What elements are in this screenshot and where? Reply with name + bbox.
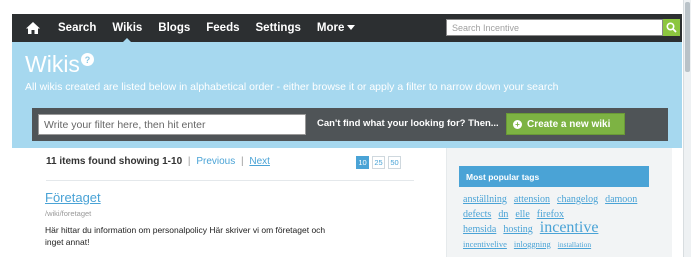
nav-wikis[interactable]: Wikis — [112, 22, 142, 43]
tag-link[interactable]: anställning — [463, 194, 507, 205]
nav-blogs[interactable]: Blogs — [158, 22, 190, 34]
tag-link[interactable]: installation — [558, 240, 591, 249]
nav-search[interactable]: Search — [58, 22, 96, 34]
divider — [46, 180, 414, 181]
plus-circle-icon: + — [513, 119, 522, 129]
tag-link[interactable]: hemsida — [463, 224, 496, 235]
search-icon — [666, 22, 677, 33]
result-summary: 11 items found showing 1-10 | Previous |… — [46, 156, 396, 172]
create-wiki-button[interactable]: + Create a new wiki — [506, 113, 625, 135]
tag-link[interactable]: inloggning — [514, 239, 551, 249]
page-header: Wikis ? All wikis created are listed bel… — [12, 42, 682, 101]
home-icon[interactable] — [22, 17, 44, 39]
search-button[interactable] — [663, 19, 680, 36]
tag-link[interactable]: hosting — [503, 224, 532, 235]
tag-link[interactable]: dn — [498, 209, 508, 220]
page-size-25[interactable]: 25 — [372, 156, 385, 169]
tags-panel: Most popular tags anställning attension … — [446, 148, 672, 257]
scrollbar-thumb[interactable] — [685, 2, 690, 72]
separator: | — [187, 156, 191, 167]
tag-link[interactable]: damoon — [605, 194, 637, 205]
wiki-item-path: /wiki/foretaget — [45, 209, 92, 218]
global-search-input[interactable]: Search Incentive — [446, 19, 663, 36]
wiki-item-description: Här hittar du information om personalpol… — [45, 225, 326, 247]
top-navigation: Search Wikis Blogs Feeds Settings More S… — [12, 14, 682, 43]
cant-find-text: Can't find what your looking for? Then..… — [317, 118, 499, 129]
page-size-selector: 10 25 50 — [356, 156, 401, 169]
nav-more-label: More — [316, 22, 345, 34]
page-size-10[interactable]: 10 — [356, 156, 369, 169]
create-wiki-label: Create a new wiki — [527, 118, 611, 130]
tags-heading: Most popular tags — [459, 166, 649, 187]
tag-link[interactable]: attension — [514, 194, 550, 205]
tag-link[interactable]: incentive — [540, 219, 599, 236]
main-content: 11 items found showing 1-10 | Previous |… — [12, 148, 682, 257]
nav-feeds[interactable]: Feeds — [206, 22, 239, 34]
nav-settings[interactable]: Settings — [256, 22, 301, 34]
tag-link[interactable]: defects — [463, 209, 491, 220]
page-size-50[interactable]: 50 — [388, 156, 401, 169]
browser-page: Search Wikis Blogs Feeds Settings More S… — [0, 0, 691, 257]
page-title: Wikis — [25, 51, 80, 77]
result-count: 11 items found showing 1-10 — [46, 156, 183, 167]
chevron-down-icon — [347, 25, 356, 31]
filter-input[interactable]: Write your filter here, then hit enter — [38, 114, 306, 135]
next-link[interactable]: Next — [249, 156, 270, 167]
separator: | — [241, 156, 244, 167]
previous-link[interactable]: Previous — [196, 156, 235, 167]
tag-link[interactable]: incentivelive — [463, 239, 507, 249]
help-icon[interactable]: ? — [81, 53, 94, 66]
wiki-item-title[interactable]: Företaget — [45, 190, 101, 205]
tag-link[interactable]: elle — [515, 209, 529, 220]
filter-bar: Write your filter here, then hit enter C… — [12, 101, 682, 148]
nav-more[interactable]: More — [316, 22, 356, 34]
vertical-scrollbar[interactable] — [683, 0, 691, 257]
tag-link[interactable]: changelog — [557, 194, 598, 205]
tag-cloud: anställning attension changelog damoon d… — [463, 191, 653, 251]
filter-bar-inner: Write your filter here, then hit enter C… — [32, 108, 668, 141]
page-description: All wikis created are listed below in al… — [25, 81, 559, 93]
